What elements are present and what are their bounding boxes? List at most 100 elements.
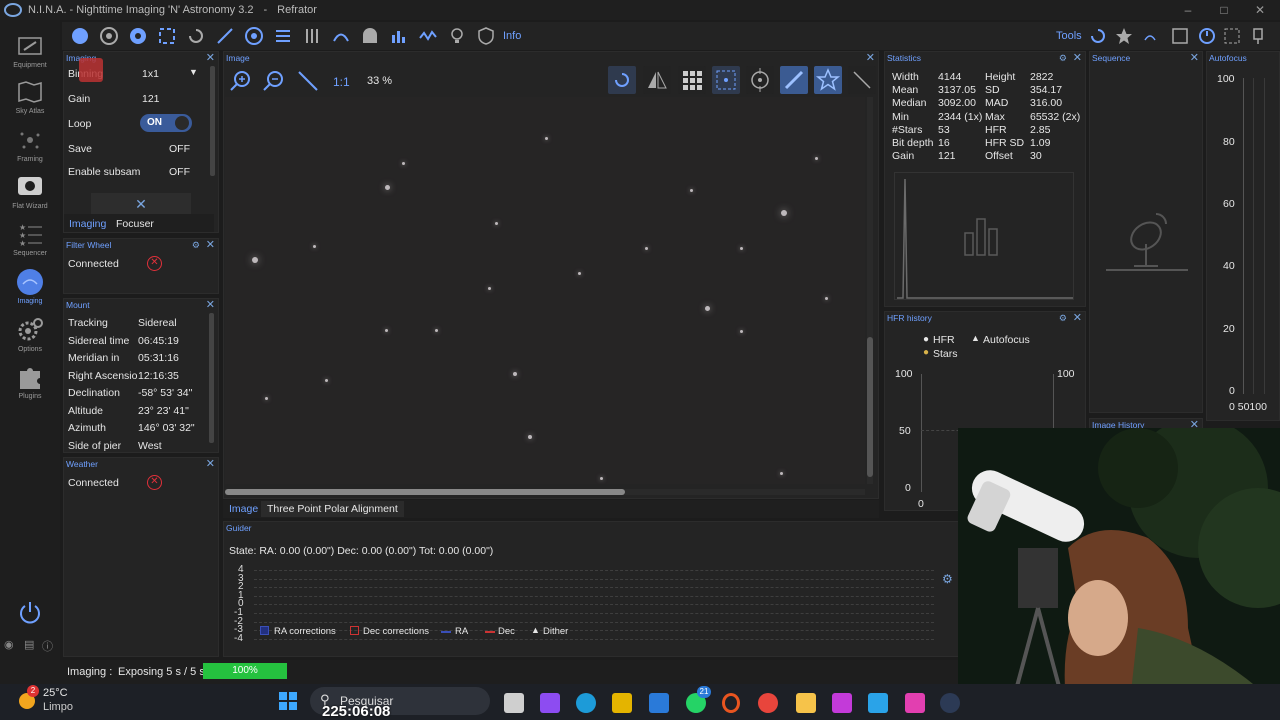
filter-wheel-status: Connected — [68, 258, 119, 270]
arc-icon[interactable] — [331, 26, 351, 46]
save-toggle[interactable]: OFF — [169, 143, 190, 155]
nav-sky-atlas[interactable]: Sky Atlas — [0, 78, 60, 115]
minimize-button[interactable]: – — [1168, 0, 1208, 20]
history-icon[interactable] — [1197, 26, 1217, 46]
nav-framing[interactable]: Framing — [0, 126, 60, 163]
wifi-icon[interactable] — [1140, 26, 1160, 46]
mount-panel-scrollbar[interactable] — [209, 313, 214, 443]
star-icon[interactable] — [1114, 26, 1134, 46]
dome-icon[interactable] — [360, 26, 380, 46]
statistics-settings-icon[interactable]: ⚙ — [1059, 52, 1067, 64]
stat-value: 121 — [938, 150, 956, 162]
camera-icon[interactable] — [70, 26, 90, 46]
fit-to-screen-icon[interactable] — [296, 69, 320, 93]
weather-temperature[interactable]: 25°C — [43, 687, 68, 699]
subsample-toggle[interactable]: OFF — [169, 166, 190, 178]
plug-icon[interactable] — [1248, 26, 1268, 46]
nav-flat-wizard[interactable]: Flat Wizard — [0, 173, 60, 210]
statistics-close-button[interactable]: ✕ — [1073, 52, 1082, 64]
hfr-history-close-button[interactable]: ✕ — [1073, 312, 1082, 324]
edge-icon[interactable] — [576, 693, 596, 713]
book-icon[interactable]: ▤ — [24, 638, 34, 651]
imaging-panel-scrollbar[interactable] — [210, 66, 215, 176]
statistics-chart-icon[interactable] — [389, 26, 409, 46]
chevron-down-icon[interactable]: ▼ — [189, 67, 198, 77]
stretch-button[interactable] — [780, 66, 808, 94]
tab-focuser[interactable]: Focuser — [116, 218, 154, 230]
app-purple-icon[interactable] — [832, 693, 852, 713]
target-icon[interactable] — [244, 26, 264, 46]
list-icon[interactable] — [273, 26, 293, 46]
tab-imaging[interactable]: Imaging — [69, 218, 106, 230]
sliders-icon[interactable] — [302, 26, 322, 46]
progress-bar: 100% — [203, 663, 287, 679]
weather-panel-close-button[interactable]: ✕ — [206, 458, 215, 470]
grid-dots-icon[interactable] — [1222, 26, 1242, 46]
zoom-out-icon[interactable] — [262, 69, 286, 93]
chrome-icon[interactable] — [758, 693, 778, 713]
tab-image[interactable]: Image — [229, 503, 258, 515]
mount-row-label: Right Ascension — [68, 370, 138, 382]
nav-equipment[interactable]: Equipment — [0, 32, 60, 69]
windows-start-icon[interactable] — [278, 691, 298, 711]
mount-panel-close-button[interactable]: ✕ — [206, 299, 215, 311]
guider-settings-icon[interactable]: ⚙ — [942, 572, 953, 586]
app-cube-icon[interactable] — [649, 693, 669, 713]
image-panel-close-button[interactable]: ✕ — [866, 52, 875, 64]
grid-overlay-button[interactable] — [678, 66, 706, 94]
eye-icon[interactable]: ◉ — [4, 638, 14, 651]
annotate-button[interactable] — [848, 66, 876, 94]
rotator-icon[interactable] — [157, 26, 177, 46]
opera-icon[interactable] — [722, 693, 740, 713]
weather-description[interactable]: Limpo — [43, 701, 73, 713]
horizontal-scroll-thumb[interactable] — [225, 489, 625, 495]
star — [815, 157, 818, 160]
flip-image-button[interactable] — [643, 66, 671, 94]
gain-input[interactable]: 121 — [142, 93, 160, 105]
detect-stars-button[interactable] — [814, 66, 842, 94]
shield-icon[interactable] — [476, 26, 496, 46]
crosshair-button[interactable] — [746, 66, 774, 94]
focuser-icon[interactable] — [128, 26, 148, 46]
crop-icon[interactable] — [1170, 26, 1190, 46]
tab-three-point-polar-alignment[interactable]: Three Point Polar Alignment — [261, 501, 404, 517]
lightbulb-icon[interactable] — [447, 26, 467, 46]
power-icon[interactable] — [18, 600, 42, 624]
binning-select[interactable]: 1x1 — [142, 68, 159, 80]
nav-plugins[interactable]: Plugins — [0, 363, 60, 400]
store-icon[interactable] — [612, 693, 632, 713]
cancel-exposure-button[interactable]: ✕ — [91, 193, 191, 215]
info-tab[interactable]: Info — [503, 30, 521, 42]
graph-icon[interactable] — [418, 26, 438, 46]
zoom-in-icon[interactable] — [229, 69, 253, 93]
imaging-panel-close-button[interactable]: ✕ — [206, 52, 215, 64]
nav-options[interactable]: Options — [0, 316, 60, 353]
app-blue-icon[interactable] — [868, 693, 888, 713]
loop-toggle[interactable]: ON — [140, 114, 192, 132]
star-detection-button[interactable] — [712, 66, 740, 94]
mount-icon[interactable] — [186, 26, 206, 46]
rotate-image-button[interactable] — [608, 66, 636, 94]
close-window-button[interactable]: ✕ — [1240, 0, 1280, 20]
hfr-history-settings-icon[interactable]: ⚙ — [1059, 312, 1067, 324]
filter-wheel-settings-icon[interactable]: ⚙ — [192, 239, 200, 251]
nav-sequencer[interactable]: ★ ★ ★ Sequencer — [0, 220, 60, 257]
about-icon[interactable]: ⓘ — [42, 638, 53, 654]
copilot-icon[interactable] — [540, 693, 560, 713]
nav-imaging[interactable]: Imaging — [0, 268, 60, 305]
maximize-button[interactable]: □ — [1204, 0, 1244, 20]
nina-taskbar-icon[interactable] — [940, 693, 960, 713]
filter-wheel-icon[interactable] — [99, 26, 119, 46]
filter-wheel-close-button[interactable]: ✕ — [206, 239, 215, 251]
vertical-scroll-thumb[interactable] — [867, 337, 873, 477]
zoom-one-to-one-button[interactable]: 1:1 — [333, 75, 350, 89]
task-view-icon[interactable] — [504, 693, 524, 713]
file-explorer-icon[interactable] — [796, 693, 816, 713]
app-pink-icon[interactable] — [905, 693, 925, 713]
guider-icon[interactable] — [215, 26, 235, 46]
image-vertical-scrollbar[interactable] — [867, 97, 873, 484]
image-viewer[interactable] — [225, 97, 865, 484]
refresh-icon[interactable] — [1088, 26, 1108, 46]
sequence-close-button[interactable]: ✕ — [1190, 52, 1199, 64]
image-horizontal-scrollbar[interactable] — [225, 489, 865, 495]
